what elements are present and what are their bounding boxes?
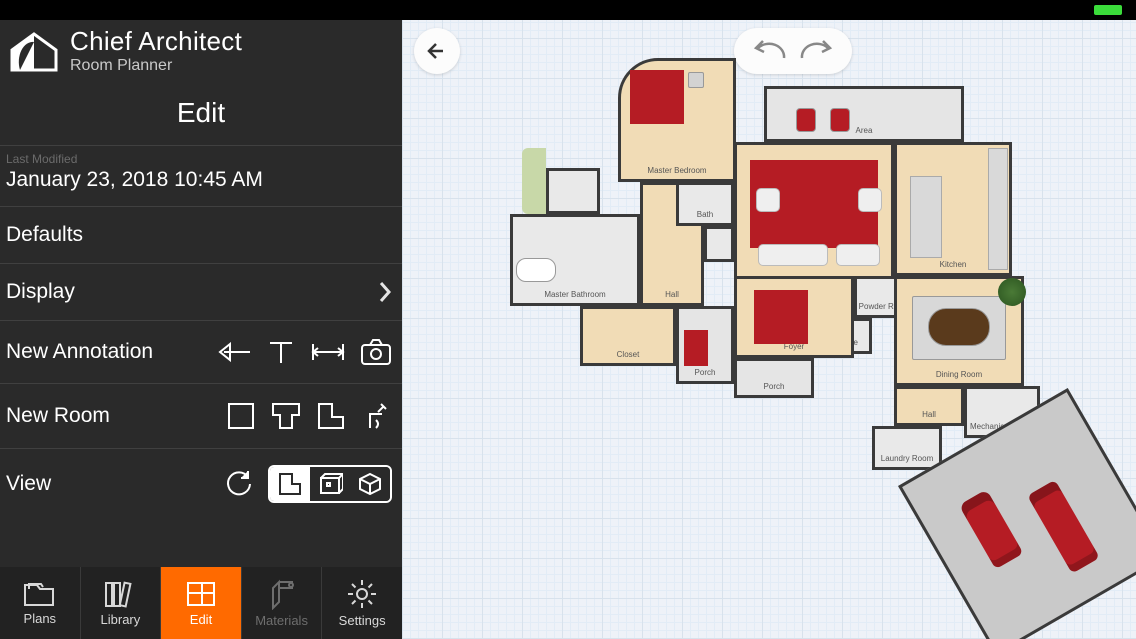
car-2[interactable] [1027, 480, 1100, 574]
row-view: View [0, 449, 402, 519]
landscape [522, 148, 546, 214]
sofa[interactable] [758, 244, 828, 266]
app-root: Chief Architect Room Planner Edit Last M… [0, 0, 1136, 639]
status-bar [0, 0, 1136, 20]
view-mode-toggle [268, 465, 392, 503]
room-area[interactable] [764, 86, 964, 142]
brand-subtitle: Room Planner [70, 57, 242, 75]
tab-library-label: Library [101, 612, 141, 627]
panel-title: Edit [0, 87, 402, 146]
bottom-tab-bar: Plans Library Edit Materials Settings [0, 567, 402, 639]
room-freehand-icon[interactable] [360, 400, 392, 432]
view-3d-button[interactable] [350, 467, 390, 501]
kitchen-island[interactable] [910, 176, 942, 258]
tab-library[interactable]: Library [81, 567, 162, 639]
dining-table[interactable] [928, 308, 990, 346]
furn-nightstand[interactable] [688, 72, 704, 88]
row-defaults-label: Defaults [6, 223, 83, 247]
room-hall-2[interactable] [894, 386, 964, 426]
tab-plans-label: Plans [24, 611, 57, 626]
armchair[interactable] [756, 188, 780, 212]
furn-chair[interactable] [830, 108, 850, 132]
row-display[interactable]: Display [0, 264, 402, 321]
chevron-right-icon [378, 280, 392, 304]
view-dollhouse-button[interactable] [310, 467, 350, 501]
floorplan-canvas[interactable] [402, 0, 1136, 639]
battery-icon [1094, 5, 1122, 15]
room-square-icon[interactable] [226, 401, 256, 431]
car-1[interactable] [959, 489, 1024, 569]
floor-plan[interactable] [458, 48, 1098, 588]
row-view-label: View [6, 472, 51, 496]
arrow-annotation-icon[interactable] [214, 337, 252, 367]
kitchen-counter[interactable] [988, 148, 1008, 270]
tab-settings[interactable]: Settings [322, 567, 402, 639]
last-modified-label: Last Modified [0, 146, 402, 166]
back-button[interactable] [414, 28, 460, 74]
plant[interactable] [998, 278, 1026, 306]
room-closet[interactable] [580, 306, 676, 366]
row-new-room-label: New Room [6, 404, 110, 428]
brand-title: Chief Architect [70, 26, 242, 57]
sofa[interactable] [836, 244, 880, 266]
tab-materials[interactable]: Materials [242, 567, 323, 639]
tab-settings-label: Settings [339, 613, 386, 628]
room-linen[interactable] [704, 226, 734, 262]
armchair[interactable] [858, 188, 882, 212]
last-modified-value: January 23, 2018 10:45 AM [0, 166, 402, 207]
bed[interactable] [630, 70, 684, 124]
brand-logo-icon [8, 30, 60, 72]
text-annotation-icon[interactable] [266, 337, 296, 367]
dimension-annotation-icon[interactable] [310, 339, 346, 365]
door-mat[interactable] [684, 330, 708, 366]
room-laundry[interactable] [872, 426, 942, 470]
row-annotation: New Annotation [0, 321, 402, 384]
room-bath[interactable] [676, 182, 734, 226]
sidebar: Chief Architect Room Planner Edit Last M… [0, 0, 402, 639]
tub[interactable] [516, 258, 556, 282]
room-porch-2[interactable] [734, 358, 814, 398]
refresh-icon[interactable] [224, 469, 254, 499]
row-new-room: New Room [0, 384, 402, 449]
row-defaults[interactable]: Defaults [0, 207, 402, 264]
room-lshape-icon[interactable] [316, 401, 346, 431]
view-2d-button[interactable] [270, 467, 310, 501]
room-tshape-icon[interactable] [270, 401, 302, 431]
room-wc[interactable] [546, 168, 600, 214]
tab-edit-label: Edit [190, 612, 212, 627]
tab-edit[interactable]: Edit [161, 567, 242, 639]
bed-guest[interactable] [754, 290, 808, 344]
tab-materials-label: Materials [255, 613, 308, 628]
row-annotation-label: New Annotation [6, 340, 153, 364]
camera-annotation-icon[interactable] [360, 338, 392, 366]
row-display-label: Display [6, 280, 75, 304]
furn-chair[interactable] [796, 108, 816, 132]
arrow-left-icon [425, 39, 449, 63]
tab-plans[interactable]: Plans [0, 567, 81, 639]
